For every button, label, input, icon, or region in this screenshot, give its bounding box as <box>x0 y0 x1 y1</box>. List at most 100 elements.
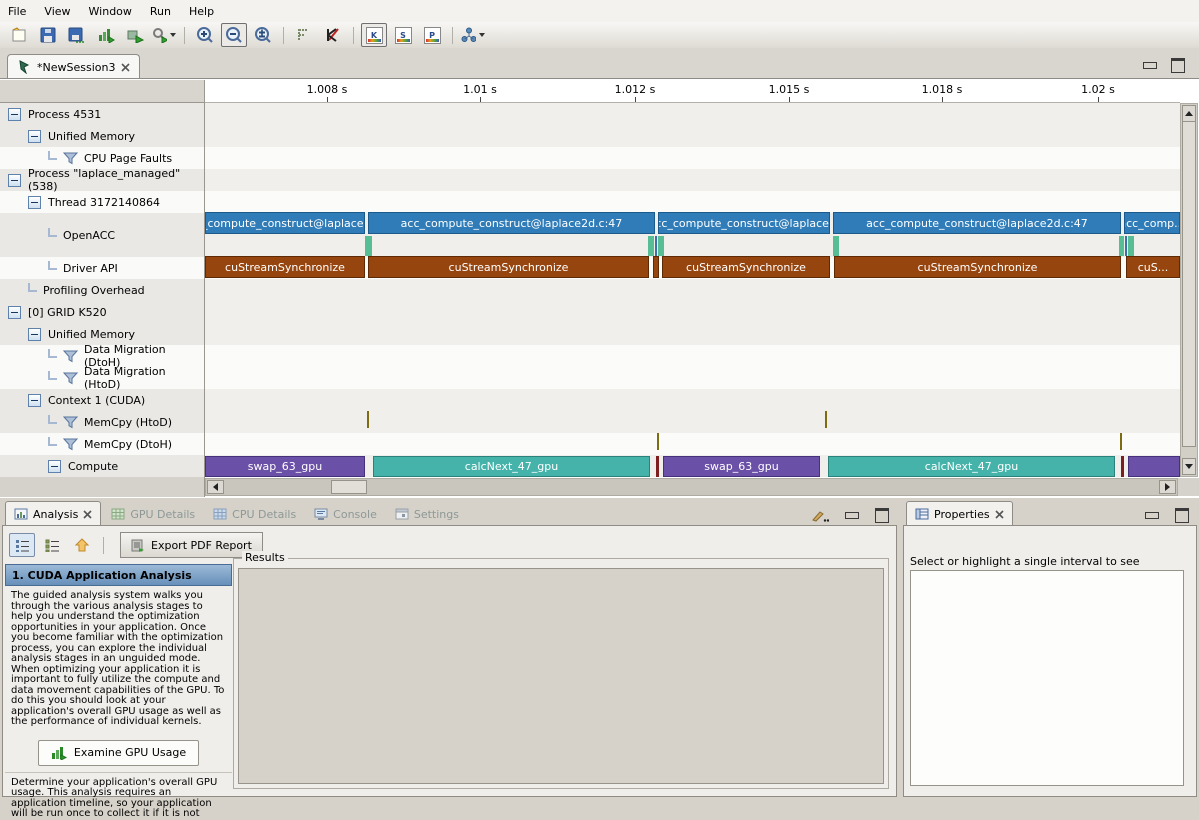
scroll-left-button[interactable] <box>207 480 224 494</box>
guided-analysis-button[interactable] <box>9 533 35 557</box>
scroll-right-button[interactable] <box>1159 480 1176 494</box>
timeline-interval[interactable] <box>1128 236 1134 256</box>
collapse-minus-icon[interactable] <box>28 196 41 209</box>
session-tab[interactable]: *NewSession3 <box>7 54 140 79</box>
timeline-interval[interactable]: cuS... <box>1126 256 1180 278</box>
timeline-interval[interactable] <box>655 236 657 256</box>
timeline-interval[interactable] <box>656 456 659 477</box>
save-all-button[interactable] <box>64 23 90 47</box>
close-icon[interactable] <box>995 510 1004 519</box>
maximize-icon[interactable] <box>1171 58 1185 73</box>
minimize-icon[interactable] <box>845 512 859 519</box>
timeline-interval[interactable] <box>648 236 654 256</box>
tree-row[interactable]: [0] GRID K520 <box>0 301 204 323</box>
tree-row[interactable]: Unified Memory <box>0 323 204 345</box>
timeline-interval[interactable] <box>1120 433 1122 450</box>
timeline-interval[interactable]: cuStreamSynchronize <box>205 256 365 278</box>
tab-settings[interactable]: Settings <box>387 502 467 526</box>
tree-row[interactable]: Driver API <box>0 257 204 279</box>
timeline-interval[interactable]: calcNext_47_gpu <box>828 456 1115 477</box>
scroll-up-button[interactable] <box>1182 105 1196 122</box>
timeline-interval[interactable]: acc_comp... <box>1124 212 1180 234</box>
menu-view[interactable]: View <box>44 5 70 18</box>
horizontal-scroll-thumb[interactable] <box>331 480 367 494</box>
tree-row[interactable]: Data Migration (HtoD) <box>0 367 204 389</box>
timeline-interval[interactable]: cuStreamSynchronize <box>368 256 649 278</box>
timeline-interval[interactable]: cuStreamSynchronize <box>834 256 1121 278</box>
vertical-scrollbar[interactable] <box>1180 103 1198 477</box>
timeline-interval[interactable]: acc_compute_construct@laplace2d.c:47 <box>833 212 1121 234</box>
collapse-minus-icon[interactable] <box>8 174 21 187</box>
save-button[interactable] <box>35 23 61 47</box>
kernel-view-button[interactable]: K <box>361 23 387 47</box>
back-up-button[interactable] <box>69 533 95 557</box>
tree-row[interactable]: OpenACC <box>0 213 204 257</box>
timeline-interval[interactable] <box>1128 456 1180 477</box>
timeline-interval[interactable]: acc_compute_construct@laplace... <box>658 212 830 234</box>
tree-row[interactable]: Context 1 (CUDA) <box>0 389 204 411</box>
collapse-minus-icon[interactable] <box>8 306 21 319</box>
collapse-minus-icon[interactable] <box>28 394 41 407</box>
timeline-interval[interactable] <box>825 411 827 428</box>
close-icon[interactable] <box>83 510 92 519</box>
timeline-grid[interactable]: c_compute_construct@laplace...acc_comput… <box>205 103 1180 477</box>
minimize-icon[interactable] <box>1145 512 1159 519</box>
timeline-interval[interactable] <box>833 236 839 256</box>
generate-timeline-button[interactable] <box>93 23 119 47</box>
process-view-button[interactable]: P <box>419 23 445 47</box>
view-menu-icon[interactable] <box>811 510 829 522</box>
scroll-down-button[interactable] <box>1182 458 1196 475</box>
tab-properties[interactable]: Properties <box>906 501 1013 526</box>
zoom-in-button[interactable] <box>192 23 218 47</box>
timeline-interval[interactable] <box>1125 236 1127 256</box>
tree-row[interactable]: Profiling Overhead <box>0 279 204 301</box>
minimize-icon[interactable] <box>1143 62 1157 69</box>
tab-console[interactable]: Console <box>306 502 385 526</box>
tree-row[interactable]: Compute <box>0 455 204 477</box>
menu-help[interactable]: Help <box>189 5 214 18</box>
timeline-interval[interactable]: acc_compute_construct@laplace2d.c:47 <box>368 212 655 234</box>
unguided-analysis-button[interactable] <box>39 533 65 557</box>
timeline-interval[interactable]: swap_63_gpu <box>663 456 820 477</box>
tree-row[interactable]: MemCpy (DtoH) <box>0 433 204 455</box>
stream-view-button[interactable]: S <box>390 23 416 47</box>
collapse-minus-icon[interactable] <box>28 130 41 143</box>
timeline-interval[interactable]: c_compute_construct@laplace... <box>205 212 365 234</box>
timeline-interval[interactable]: calcNext_47_gpu <box>373 456 650 477</box>
zoom-mode-button[interactable] <box>151 23 177 47</box>
tree-row[interactable]: Data Migration (DtoH) <box>0 345 204 367</box>
zoom-out-button[interactable] <box>221 23 247 47</box>
tree-row[interactable]: CPU Page Faults <box>0 147 204 169</box>
timeline-interval[interactable] <box>657 433 659 450</box>
new-session-button[interactable] <box>6 23 32 47</box>
maximize-icon[interactable] <box>875 508 889 523</box>
timeline-ruler[interactable]: 1.008 s1.01 s1.012 s1.015 s1.018 s1.02 s <box>205 80 1180 103</box>
tree-row[interactable]: MemCpy (HtoD) <box>0 411 204 433</box>
tab-gpu-details[interactable]: GPU Details <box>103 502 203 526</box>
timeline-interval[interactable]: swap_63_gpu <box>205 456 365 477</box>
goto-marker-button[interactable] <box>320 23 346 47</box>
horizontal-scrollbar[interactable] <box>205 478 1178 496</box>
timeline-interval[interactable] <box>365 236 372 256</box>
collapse-minus-icon[interactable] <box>48 460 61 473</box>
menu-window[interactable]: Window <box>89 5 132 18</box>
tree-row[interactable]: Process 4531 <box>0 103 204 125</box>
close-icon[interactable] <box>121 63 130 72</box>
call-tree-button[interactable] <box>460 23 486 47</box>
timeline-interval[interactable] <box>658 236 664 256</box>
collapse-minus-icon[interactable] <box>28 328 41 341</box>
timeline-interval[interactable] <box>653 256 659 278</box>
timeline-interval[interactable] <box>367 411 369 428</box>
tree-row[interactable]: Thread 3172140864 <box>0 191 204 213</box>
timeline-interval[interactable] <box>1121 456 1124 477</box>
tree-row[interactable]: Process "laplace_managed" (538) <box>0 169 204 191</box>
menu-run[interactable]: Run <box>150 5 171 18</box>
timeline-interval[interactable] <box>1119 236 1124 256</box>
mark-range-button[interactable] <box>291 23 317 47</box>
tab-analysis[interactable]: Analysis <box>5 501 101 526</box>
vertical-scroll-thumb[interactable] <box>1182 121 1196 447</box>
menu-file[interactable]: File <box>8 5 26 18</box>
maximize-icon[interactable] <box>1175 508 1189 523</box>
tab-cpu-details[interactable]: CPU Details <box>205 502 304 526</box>
zoom-fit-button[interactable] <box>250 23 276 47</box>
